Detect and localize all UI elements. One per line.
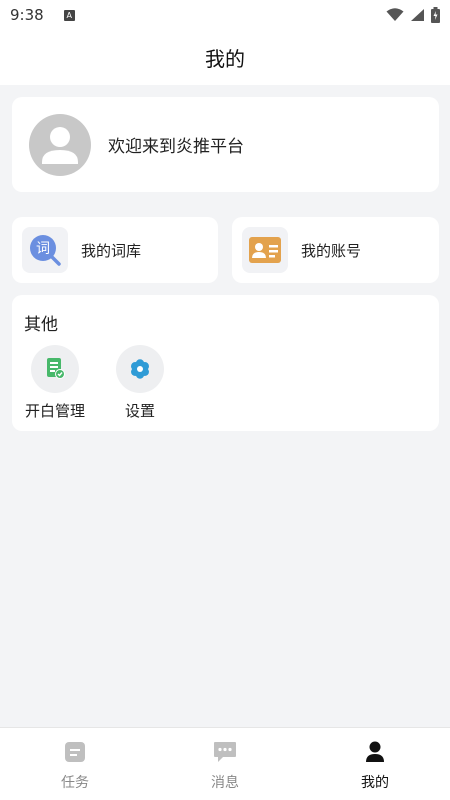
wifi-icon <box>386 8 404 21</box>
gear-icon <box>116 345 164 393</box>
default-avatar-icon <box>42 126 78 164</box>
message-icon <box>214 742 236 762</box>
tab-tasks-label: 任务 <box>61 775 89 791</box>
whitelist-management-label: 开白管理 <box>24 402 85 420</box>
settings-button[interactable]: 设置 <box>100 345 180 421</box>
profile-card[interactable]: 欢迎来到炎推平台 <box>12 97 439 192</box>
welcome-text: 欢迎来到炎推平台 <box>108 137 244 157</box>
status-icons <box>386 7 440 23</box>
tab-tasks[interactable]: 任务 <box>0 728 150 800</box>
svg-text:词: 词 <box>36 241 50 257</box>
id-card-icon <box>242 227 288 273</box>
other-section-title: 其他 <box>24 315 58 335</box>
whitelist-management-button[interactable]: 开白管理 <box>15 345 95 421</box>
other-section: 其他 开白管理 设置 <box>12 295 439 431</box>
tab-messages-label: 消息 <box>211 775 239 791</box>
bottom-navigation: 任务 消息 我的 <box>0 727 450 800</box>
my-lexicon-label: 我的词库 <box>81 241 142 260</box>
task-icon <box>65 742 85 762</box>
status-bar: 9:38 A <box>0 0 450 30</box>
notification-icon: A <box>63 9 75 21</box>
page-title: 我的 <box>205 47 245 71</box>
tab-mine[interactable]: 我的 <box>300 728 450 800</box>
tab-mine-label: 我的 <box>361 775 389 791</box>
signal-icon <box>411 9 424 21</box>
person-icon <box>366 741 384 762</box>
my-account-card[interactable]: 我的账号 <box>232 217 439 283</box>
my-lexicon-card[interactable]: 词 我的词库 <box>12 217 218 283</box>
lexicon-icon: 词 <box>22 227 68 273</box>
checklist-icon <box>31 345 79 393</box>
page-header: 我的 <box>0 30 450 85</box>
status-time: 9:38 <box>10 6 44 24</box>
tab-messages[interactable]: 消息 <box>150 728 300 800</box>
my-account-label: 我的账号 <box>301 241 362 260</box>
avatar[interactable] <box>29 113 91 176</box>
settings-label: 设置 <box>124 402 155 420</box>
battery-icon <box>431 7 440 23</box>
